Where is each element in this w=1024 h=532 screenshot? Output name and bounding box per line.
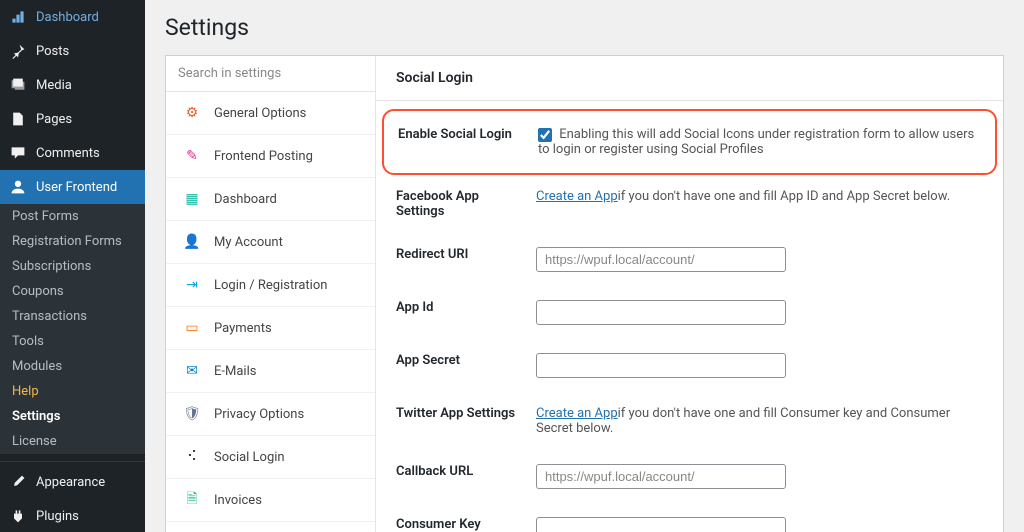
submenu-help[interactable]: Help: [0, 379, 145, 404]
facebook-create-app-link[interactable]: Create an App: [536, 189, 618, 204]
tab-payments[interactable]: ▭ Payments: [166, 307, 375, 350]
callback-url-input[interactable]: [536, 464, 786, 489]
tab-social-login[interactable]: ⠪ Social Login: [166, 436, 375, 479]
menu-label: Pages: [36, 112, 72, 127]
menu-label: Appearance: [36, 475, 105, 490]
settings-tabs: Search in settings ⚙ General Options ✎ Fro…: [166, 56, 376, 532]
wp-admin-sidebar: Dashboard Posts Media Pages Comments Use…: [0, 0, 145, 532]
tab-privacy[interactable]: 🛡 Privacy Options: [166, 393, 375, 436]
tab-emails[interactable]: ✉ E-Mails: [166, 350, 375, 393]
enable-social-login-desc: Enabling this will add Social Icons unde…: [538, 127, 974, 157]
login-icon: ⇥: [182, 275, 202, 295]
facebook-settings-label: Facebook App Settings: [396, 189, 526, 219]
menu-user-frontend[interactable]: User Frontend: [0, 170, 145, 204]
consumer-key-input[interactable]: [536, 517, 786, 532]
submenu-user-frontend: Post Forms Registration Forms Subscripti…: [0, 204, 145, 454]
menu-label: Media: [36, 78, 72, 93]
tab-general[interactable]: ⚙ General Options: [166, 92, 375, 135]
app-id-input[interactable]: [536, 300, 786, 325]
comment-icon: [8, 143, 28, 163]
tab-label: Invoices: [214, 493, 262, 508]
menu-label: Posts: [36, 44, 69, 59]
page-icon: [8, 109, 28, 129]
callback-url-label: Callback URL: [396, 464, 526, 479]
redirect-uri-input[interactable]: [536, 247, 786, 272]
menu-label: Dashboard: [36, 10, 99, 25]
submenu-modules[interactable]: Modules: [0, 354, 145, 379]
brush-icon: [8, 472, 28, 492]
edit-icon: ✎: [182, 146, 202, 166]
gear-icon: ⚙: [182, 103, 202, 123]
plug-icon: [8, 506, 28, 526]
menu-pages[interactable]: Pages: [0, 102, 145, 136]
enable-social-login-label: Enable Social Login: [398, 127, 528, 142]
tab-label: Frontend Posting: [214, 149, 313, 164]
submenu-registration-forms[interactable]: Registration Forms: [0, 229, 145, 254]
submenu-license[interactable]: License: [0, 429, 145, 454]
submenu-coupons[interactable]: Coupons: [0, 279, 145, 304]
share-icon: ⠪: [182, 447, 202, 467]
tab-invoices[interactable]: 🗎 Invoices: [166, 479, 375, 522]
menu-posts[interactable]: Posts: [0, 34, 145, 68]
settings-container: Search in settings ⚙ General Options ✎ Fro…: [165, 55, 1004, 532]
settings-panel: Social Login Enable Social Login Enablin…: [376, 56, 1003, 532]
consumer-key-label: Consumer Key: [396, 517, 526, 532]
tab-login-registration[interactable]: ⇥ Login / Registration: [166, 264, 375, 307]
tab-frontend-posting[interactable]: ✎ Frontend Posting: [166, 135, 375, 178]
app-secret-input[interactable]: [536, 353, 786, 378]
submenu-settings[interactable]: Settings: [0, 404, 145, 429]
menu-appearance[interactable]: Appearance: [0, 465, 145, 499]
app-secret-label: App Secret: [396, 353, 526, 368]
mail-icon: ✉: [182, 361, 202, 381]
menu-dashboard[interactable]: Dashboard: [0, 0, 145, 34]
tab-label: Payments: [214, 321, 272, 336]
settings-search[interactable]: Search in settings: [166, 56, 375, 92]
tab-label: Social Login: [214, 450, 285, 465]
page-title: Settings: [165, 14, 1004, 41]
separator: [0, 457, 145, 462]
menu-label: User Frontend: [36, 180, 117, 195]
enable-social-login-checkbox[interactable]: [538, 128, 552, 142]
highlight-box: Enable Social Login Enabling this will a…: [382, 109, 997, 175]
submenu-tools[interactable]: Tools: [0, 329, 145, 354]
submenu-subscriptions[interactable]: Subscriptions: [0, 254, 145, 279]
user-frontend-icon: [8, 177, 28, 197]
dashboard-icon: [8, 7, 28, 27]
submenu-post-forms[interactable]: Post Forms: [0, 204, 145, 229]
tab-label: E-Mails: [214, 364, 256, 379]
tab-label: Login / Registration: [214, 278, 327, 293]
grid-icon: ▦: [182, 189, 202, 209]
card-icon: ▭: [182, 318, 202, 338]
menu-label: Comments: [36, 146, 100, 161]
user-icon: 👤: [182, 232, 202, 252]
pin-icon: [8, 41, 28, 61]
file-icon: 🗎: [182, 490, 202, 510]
shield-icon: 🛡: [182, 404, 202, 424]
twitter-settings-label: Twitter App Settings: [396, 406, 526, 421]
media-icon: [8, 75, 28, 95]
tab-tax[interactable]: 🧾Tax: [166, 522, 375, 532]
tab-label: Privacy Options: [214, 407, 304, 422]
submenu-transactions[interactable]: Transactions: [0, 304, 145, 329]
menu-media[interactable]: Media: [0, 68, 145, 102]
twitter-create-app-link[interactable]: Create an App: [536, 406, 618, 421]
tab-dashboard[interactable]: ▦ Dashboard: [166, 178, 375, 221]
tab-my-account[interactable]: 👤 My Account: [166, 221, 375, 264]
menu-plugins[interactable]: Plugins: [0, 499, 145, 532]
facebook-desc: if you don't have one and fill App ID an…: [618, 189, 950, 204]
tab-label: My Account: [214, 235, 283, 250]
menu-comments[interactable]: Comments: [0, 136, 145, 170]
redirect-uri-label: Redirect URI: [396, 247, 526, 262]
menu-label: Plugins: [36, 509, 79, 524]
main-content: Settings Search in settings ⚙ General Opt…: [145, 0, 1024, 532]
panel-title: Social Login: [376, 56, 1003, 101]
tab-label: Dashboard: [214, 192, 277, 207]
app-id-label: App Id: [396, 300, 526, 315]
tab-label: General Options: [214, 106, 306, 121]
